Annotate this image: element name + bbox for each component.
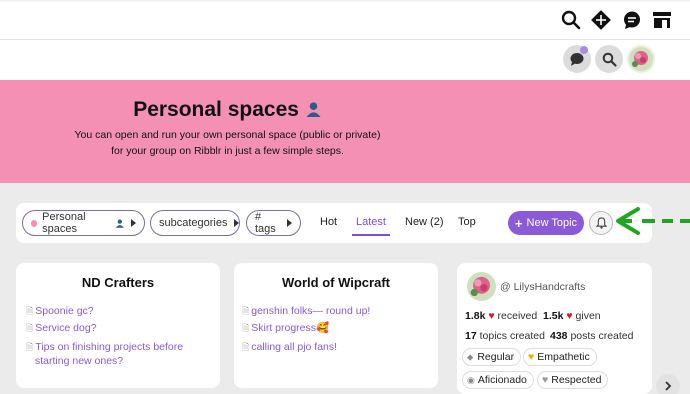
category-card-world-of-wipcraft[interactable]: World of Wipcraft 🗎 genshin folks— round … xyxy=(234,263,438,388)
topic-link[interactable]: 🗎 Spoonie gc? xyxy=(26,304,94,318)
chat-icon[interactable] xyxy=(621,9,643,31)
new-topic-button[interactable]: + New Topic xyxy=(508,211,584,235)
document-icon: 🗎 xyxy=(242,306,250,316)
tab-latest[interactable]: Latest xyxy=(356,216,386,228)
likes-given: 1.5k ♥ given xyxy=(543,310,601,322)
user-avatar[interactable] xyxy=(467,272,496,301)
avatar[interactable] xyxy=(627,45,655,73)
annotation-arrow-icon xyxy=(616,207,690,235)
person-icon xyxy=(306,102,321,118)
page-title: Personal spaces xyxy=(0,98,455,122)
caret-right-icon xyxy=(131,219,136,227)
document-icon: 🗎 xyxy=(242,323,250,333)
banner-description-line2: for your group on Ribblr in just a few s… xyxy=(111,145,344,157)
topic-link[interactable]: 🗎 Tips on finishing projects before xyxy=(26,340,183,354)
user-card: @ LilysHandcrafts 1.8k ♥ received 1.5k ♥… xyxy=(457,263,652,394)
search-icon[interactable] xyxy=(560,9,582,31)
document-icon: 🗎 xyxy=(26,306,34,316)
document-icon: 🗎 xyxy=(26,323,34,333)
subcategories-dropdown[interactable]: subcategories xyxy=(150,210,240,236)
person-icon xyxy=(116,218,125,228)
tags-dropdown[interactable]: # tags xyxy=(246,210,301,236)
rose-avatar-icon xyxy=(629,47,653,71)
likes-received: 1.8k ♥ received xyxy=(465,310,538,322)
heart-icon: ♥ xyxy=(528,351,535,363)
topic-link[interactable]: 🗎 calling all pjo fans! xyxy=(242,340,337,354)
topic-link[interactable]: 🗎 Service dog? xyxy=(26,321,97,335)
badge-regular[interactable]: ⬥ Regular xyxy=(462,348,522,366)
tab-top[interactable]: Top xyxy=(458,216,476,228)
card-title: World of Wipcraft xyxy=(282,275,390,290)
caret-right-icon xyxy=(233,219,239,227)
tags-label: # tags xyxy=(255,211,276,235)
category-color-dot xyxy=(31,219,38,227)
card-title: ND Crafters xyxy=(81,275,155,290)
shop-icon[interactable] xyxy=(651,9,673,31)
badge-respected[interactable]: ♥ Respected xyxy=(537,371,609,389)
bell-icon xyxy=(595,217,607,229)
search-icon xyxy=(602,52,617,67)
topic-link-continued[interactable]: starting new ones? xyxy=(35,354,123,368)
diamond-icon[interactable] xyxy=(590,9,612,31)
chevron-right-icon xyxy=(665,381,672,391)
document-icon: 🗎 xyxy=(26,342,34,352)
heart-icon: ♥ xyxy=(542,374,549,386)
tab-hot[interactable]: Hot xyxy=(320,216,337,228)
top-header-edge xyxy=(0,0,690,2)
heart-icon: ♥ xyxy=(488,310,495,322)
subcategories-label: subcategories xyxy=(159,217,228,229)
caret-right-icon xyxy=(287,219,292,227)
topic-link[interactable]: 🗎 Skirt progress🥰 xyxy=(242,321,329,335)
document-icon: 🗎 xyxy=(242,342,250,352)
username[interactable]: @ LilysHandcrafts xyxy=(500,281,585,293)
tab-new[interactable]: New (2) xyxy=(405,216,444,228)
next-page-button[interactable] xyxy=(656,374,680,394)
top-header xyxy=(0,0,690,40)
eye-icon: ◉ xyxy=(467,374,475,385)
topic-link[interactable]: 🗎 genshin folks— round up! xyxy=(242,304,370,318)
notification-dot xyxy=(580,46,588,54)
active-tab-indicator xyxy=(352,234,390,236)
tag-icon: ⬥ xyxy=(467,351,474,362)
badge-aficionado[interactable]: ◉ Aficionado xyxy=(462,371,534,389)
new-topic-label: New Topic xyxy=(526,217,578,229)
notification-bell-button[interactable] xyxy=(589,211,613,235)
category-dropdown[interactable]: Personal spaces xyxy=(22,210,145,236)
badge-empathetic[interactable]: ♥ Empathetic xyxy=(523,348,597,366)
search-button[interactable] xyxy=(595,45,623,73)
category-label: Personal spaces xyxy=(42,211,86,235)
topics-created: 17 topics created xyxy=(465,330,545,342)
heart-icon: ♥ xyxy=(566,310,573,322)
posts-created: 438 posts created xyxy=(550,330,634,342)
plus-icon: + xyxy=(514,215,523,231)
category-card-nd-crafters[interactable]: ND Crafters 🗎 Spoonie gc? 🗎 Service dog? 🗎… xyxy=(16,263,220,388)
banner-description-line1: You can open and run your own personal s… xyxy=(74,129,381,141)
